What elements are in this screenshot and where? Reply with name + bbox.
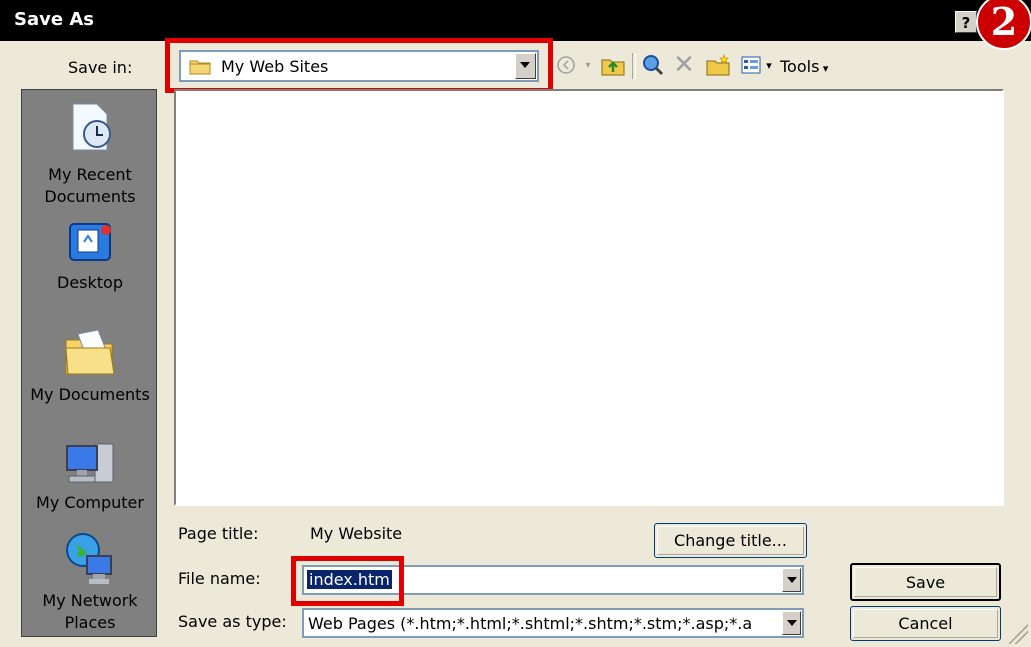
delete-icon[interactable]: ✕ xyxy=(672,50,696,80)
save-as-dialog: Save As ? 2 Save in: My Web Sites ▾ ✕ ▾ … xyxy=(0,0,1031,647)
chevron-down-icon: ▾ xyxy=(819,62,829,75)
save-in-dropdown-arrow[interactable] xyxy=(515,53,536,79)
back-icon[interactable] xyxy=(555,53,577,77)
cancel-button-label: Cancel xyxy=(898,614,953,633)
save-in-value: My Web Sites xyxy=(221,57,329,76)
place-label: My Recent Documents xyxy=(44,165,136,206)
place-my-recent-documents[interactable]: My Recent Documents xyxy=(22,102,158,208)
title-bar: Save As ? xyxy=(0,0,1031,41)
tools-menu[interactable]: Tools ▾ xyxy=(780,57,828,76)
file-name-value: index.htm xyxy=(307,570,392,589)
views-icon[interactable] xyxy=(740,53,762,77)
place-my-computer[interactable]: My Computer xyxy=(22,440,158,518)
recent-documents-icon xyxy=(65,102,115,160)
save-as-type-label: Save as type: xyxy=(178,612,287,631)
save-button-label: Save xyxy=(905,573,946,592)
resize-grip[interactable] xyxy=(1008,624,1028,644)
change-title-label: Change title... xyxy=(674,531,787,550)
save-in-dropdown[interactable]: My Web Sites xyxy=(179,50,539,82)
desktop-icon xyxy=(66,220,114,272)
place-my-documents[interactable]: My Documents xyxy=(22,328,158,406)
place-label: My Computer xyxy=(36,493,144,512)
step-number-badge: 2 xyxy=(976,0,1031,50)
place-label: My Network Places xyxy=(42,591,138,632)
places-bar: My Recent Documents Desktop My Documents … xyxy=(21,89,157,637)
my-computer-icon xyxy=(63,440,117,494)
search-web-icon[interactable] xyxy=(640,53,666,77)
save-button[interactable]: Save xyxy=(850,563,1001,601)
place-desktop[interactable]: Desktop xyxy=(22,220,158,298)
file-name-input[interactable]: index.htm xyxy=(302,565,804,595)
up-one-level-icon[interactable] xyxy=(600,53,626,77)
window-title: Save As xyxy=(14,9,94,30)
page-title-label: Page title: xyxy=(178,524,259,543)
toolbar-separator xyxy=(632,53,636,79)
file-name-dropdown-arrow[interactable] xyxy=(782,568,801,592)
place-label: Desktop xyxy=(57,273,123,292)
views-dropdown-icon[interactable]: ▾ xyxy=(763,53,775,77)
place-label: My Documents xyxy=(30,385,150,404)
save-as-type-dropdown-arrow[interactable] xyxy=(782,611,801,635)
my-network-places-icon xyxy=(63,532,117,594)
save-as-type-value: Web Pages (*.htm;*.html;*.shtml;*.shtm;*… xyxy=(308,614,753,633)
folder-icon xyxy=(189,57,211,79)
help-button[interactable]: ? xyxy=(955,11,977,33)
save-in-label: Save in: xyxy=(68,58,133,77)
file-name-label: File name: xyxy=(178,569,261,588)
page-title-value: My Website xyxy=(310,524,403,543)
place-my-network-places[interactable]: My Network Places xyxy=(22,532,158,636)
file-list-area[interactable] xyxy=(174,89,1004,506)
change-title-button[interactable]: Change title... xyxy=(654,523,807,558)
my-documents-icon xyxy=(64,328,116,382)
new-folder-icon[interactable] xyxy=(705,53,731,77)
save-as-type-dropdown[interactable]: Web Pages (*.htm;*.html;*.shtml;*.shtm;*… xyxy=(302,608,804,638)
back-dropdown-icon[interactable]: ▾ xyxy=(582,53,594,77)
cancel-button[interactable]: Cancel xyxy=(850,606,1001,641)
